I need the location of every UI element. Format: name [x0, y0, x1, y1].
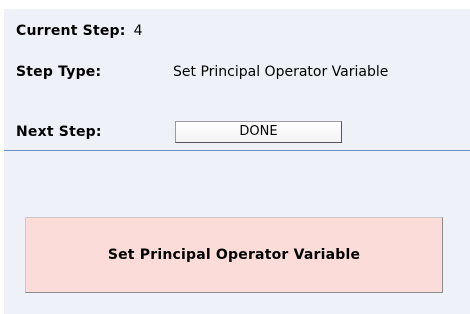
current-step-value: 4 — [133, 23, 143, 39]
section-divider — [4, 150, 470, 151]
next-step-label: Next Step: — [16, 124, 102, 140]
step-type-row: Step Type: Set Principal Operator Variab… — [16, 64, 388, 80]
current-step-label: Current Step: — [16, 23, 126, 39]
step-info-panel: Current Step: 4 Step Type: Set Principal… — [4, 9, 470, 314]
next-step-row: Next Step: DONE — [16, 121, 342, 143]
step-type-value: Set Principal Operator Variable — [173, 64, 389, 80]
step-type-label: Step Type: — [16, 64, 102, 80]
current-step-row: Current Step: 4 — [16, 23, 143, 39]
done-button[interactable]: DONE — [175, 121, 342, 143]
step-action-button[interactable]: Set Principal Operator Variable — [25, 217, 443, 293]
